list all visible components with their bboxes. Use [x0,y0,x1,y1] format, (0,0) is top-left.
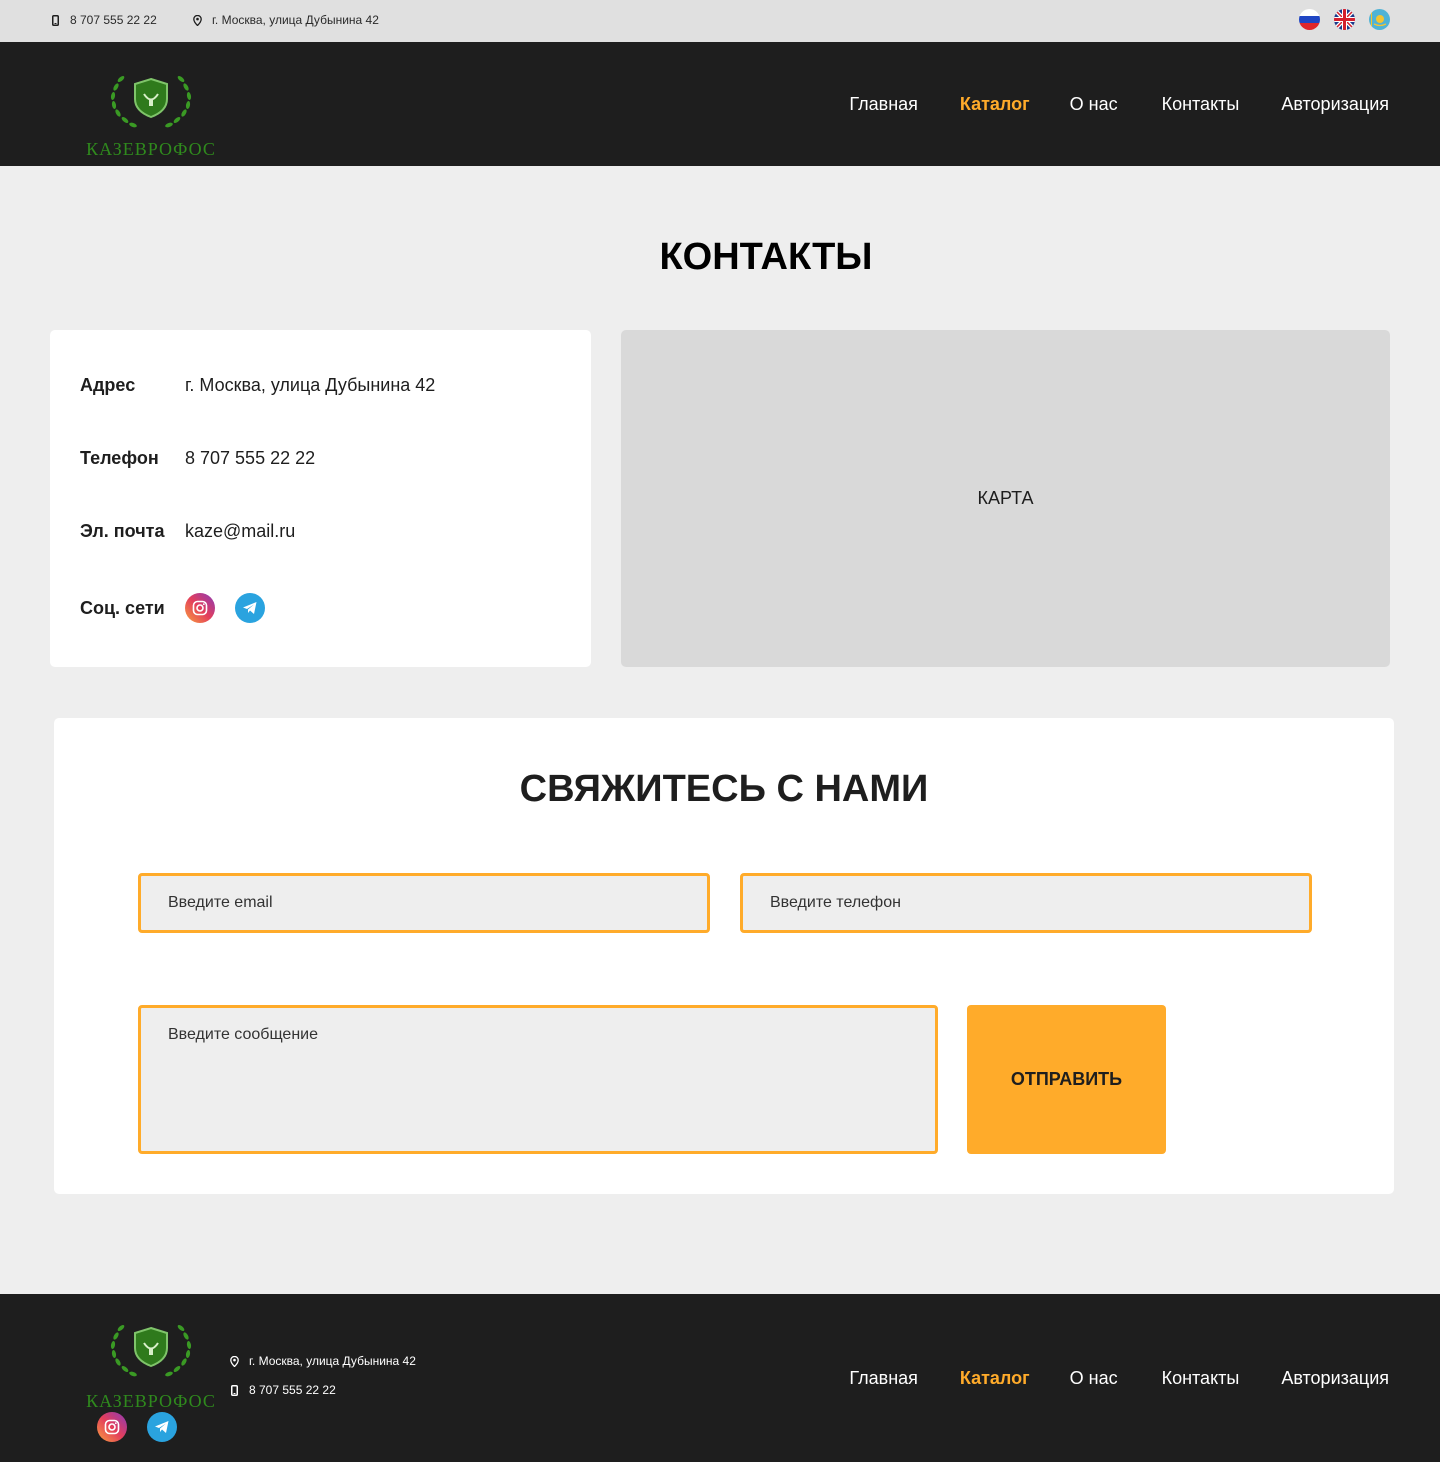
nav-item-catalog[interactable]: Каталог [960,94,1030,115]
nav-item-login[interactable]: Авторизация [1281,94,1389,115]
contact-row-phone: Телефон 8 707 555 22 22 [80,448,315,469]
email-input[interactable] [138,873,710,933]
social-label: Соц. сети [80,597,165,618]
footer-address: г. Москва, улица Дубынина 42 [229,1354,416,1368]
footer-nav: Главная Каталог О нас Контакты Авторизац… [849,1368,1389,1389]
phone-icon [229,1384,239,1396]
topbar-address-text: г. Москва, улица Дубынина 42 [212,13,379,27]
page-title: КОНТАКТЫ [659,236,873,278]
footer-phone-text: 8 707 555 22 22 [249,1383,336,1397]
map-placeholder[interactable]: КАРТА [621,330,1390,667]
footer-logo[interactable]: КАЗЕВРОФОС [81,1316,221,1411]
email-value[interactable]: kaze@mail.ru [185,521,295,542]
nav-item-contacts[interactable]: Контакты [1162,94,1240,115]
map-label: КАРТА [977,488,1034,508]
email-label: Эл. почта [80,521,165,541]
nav-item-about[interactable]: О нас [1070,94,1118,115]
contact-info-card: Адрес г. Москва, улица Дубынина 42 Телеф… [50,330,591,667]
nav-item-home[interactable]: Главная [849,94,918,115]
footer-address-text: г. Москва, улица Дубынина 42 [249,1354,416,1368]
site-header: КАЗЕВРОФОС Главная Каталог О нас Контакт… [0,42,1440,166]
contact-row-email: Эл. почта kaze@mail.ru [80,521,295,542]
phone-icon [50,14,60,26]
contact-form-card: СВЯЖИТЕСЬ С НАМИ ОТПРАВИТЬ [54,718,1394,1194]
telegram-icon[interactable] [147,1412,177,1442]
send-button[interactable]: ОТПРАВИТЬ [967,1005,1166,1154]
phone-input[interactable] [740,873,1312,933]
phone-label: Телефон [80,448,159,468]
footer-phone[interactable]: 8 707 555 22 22 [229,1383,336,1397]
footer-nav-item-login[interactable]: Авторизация [1281,1368,1389,1389]
topbar-phone-text: 8 707 555 22 22 [70,13,157,27]
location-pin-icon [229,1355,239,1367]
logo[interactable]: КАЗЕВРОФОС [81,67,221,162]
address-value: г. Москва, улица Дубынина 42 [185,375,436,395]
location-pin-icon [192,14,202,26]
footer-nav-item-catalog[interactable]: Каталог [960,1368,1030,1389]
contact-row-social: Соц. сети [80,593,285,623]
address-label: Адрес [80,375,136,395]
footer-nav-item-about[interactable]: О нас [1070,1368,1118,1389]
contact-row-address: Адрес г. Москва, улица Дубынина 42 [80,375,435,396]
top-bar: 8 707 555 22 22 г. Москва, улица Дубынин… [0,0,1440,42]
kz-flag-icon[interactable] [1369,9,1390,30]
topbar-address: г. Москва, улица Дубынина 42 [192,0,379,40]
laurel-shield-icon [110,1325,192,1377]
footer-nav-item-contacts[interactable]: Контакты [1162,1368,1240,1389]
message-textarea[interactable] [138,1005,938,1154]
instagram-icon[interactable] [185,593,215,623]
ru-flag-icon[interactable] [1299,9,1320,30]
laurel-shield-icon [110,76,192,128]
form-title: СВЯЖИТЕСЬ С НАМИ [519,768,929,810]
footer-logo-text: КАЗЕВРОФОС [86,1391,216,1411]
phone-value[interactable]: 8 707 555 22 22 [185,448,315,469]
footer-nav-item-home[interactable]: Главная [849,1368,918,1389]
main-nav: Главная Каталог О нас Контакты Авторизац… [849,94,1389,115]
logo-text: КАЗЕВРОФОС [86,139,216,159]
site-footer: КАЗЕВРОФОС г. Москва, улица Дубынина 42 … [0,1294,1440,1462]
instagram-icon[interactable] [97,1412,127,1442]
topbar-phone[interactable]: 8 707 555 22 22 [50,0,157,40]
en-flag-icon[interactable] [1334,9,1355,30]
telegram-icon[interactable] [235,593,265,623]
